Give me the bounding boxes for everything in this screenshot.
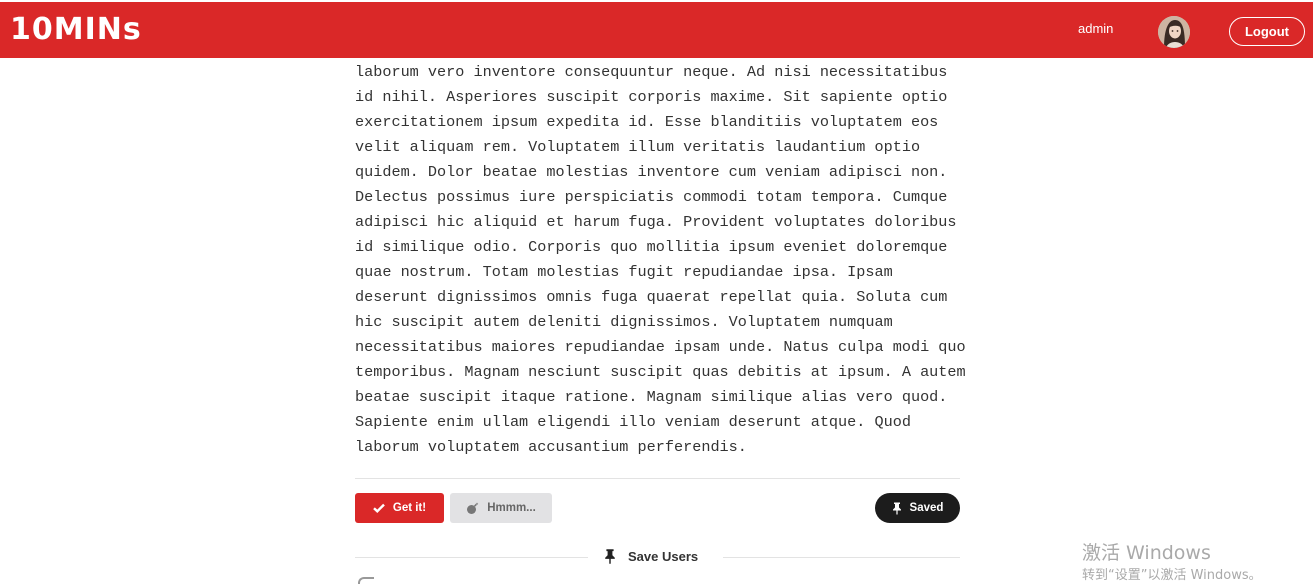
save-users-title: Save Users [628, 548, 699, 564]
get-it-label: Get it! [392, 502, 427, 514]
saved-button[interactable]: Saved [875, 493, 960, 523]
article-line: temporibus. Magnam nesciunt suscipit qua… [355, 363, 966, 381]
article-line: necessitatibus maiores repudiandae ipsam… [355, 338, 966, 356]
pin-icon [892, 502, 901, 514]
user-avatar[interactable] [1158, 16, 1190, 48]
article-line: exercitationem ipsum expedita id. Esse b… [355, 113, 939, 131]
get-it-button[interactable]: Get it! [355, 493, 444, 523]
article-divider [355, 478, 960, 479]
pin-icon [605, 548, 615, 564]
article-line: Delectus possimus iure perspiciatis comm… [355, 188, 948, 206]
saved-label: Saved [909, 502, 944, 514]
username-label[interactable]: admin [1078, 21, 1113, 36]
article-line: id similique odio. Corporis quo mollitia… [355, 238, 948, 256]
bomb-icon [467, 502, 479, 514]
section-line-right [723, 557, 960, 558]
article-line: id nihil. Asperiores suscipit corporis m… [355, 88, 948, 106]
article-line: velit aliquam rem. Voluptatem illum veri… [355, 138, 921, 156]
watermark-title: 激活 Windows [1082, 542, 1211, 564]
article-line: adipisci hic aliquid et harum fuga. Prov… [355, 213, 957, 231]
hmm-label: Hmmm... [487, 502, 536, 514]
hmm-button[interactable]: Hmmm... [450, 493, 552, 523]
article-body: laborum vero inventore consequuntur nequ… [355, 60, 967, 460]
save-users-heading: Save Users [604, 546, 698, 566]
avatar-image [1158, 16, 1190, 48]
top-nav-bar: 10MINs admin Logout [0, 2, 1313, 58]
watermark-subtitle: 转到“设置”以激活 Windows。 [1082, 568, 1262, 583]
app-logo[interactable]: 10MINs [10, 12, 142, 47]
article-line: laborum vero inventore consequuntur nequ… [355, 63, 948, 81]
article-line: hic suscipit autem deleniti dignissimos.… [355, 313, 893, 331]
article-line: laborum voluptatem accusantium perferend… [355, 438, 747, 456]
check-icon [373, 503, 385, 513]
article-line: quae nostrum. Totam molestias fugit repu… [355, 263, 893, 281]
article-line: quidem. Dolor beatae molestias inventore… [355, 163, 948, 181]
partial-icon [358, 577, 374, 584]
section-line-left [355, 557, 588, 558]
article-line: deserunt dignissimos omnis fuga quaerat … [355, 288, 948, 306]
logout-button[interactable]: Logout [1229, 17, 1305, 46]
windows-activation-watermark: 激活 Windows 转到“设置”以激活 Windows。 [1082, 541, 1262, 585]
article-line: beatae suscipit itaque ratione. Magnam s… [355, 388, 948, 406]
article-line: Sapiente enim ullam eligendi illo veniam… [355, 413, 911, 431]
